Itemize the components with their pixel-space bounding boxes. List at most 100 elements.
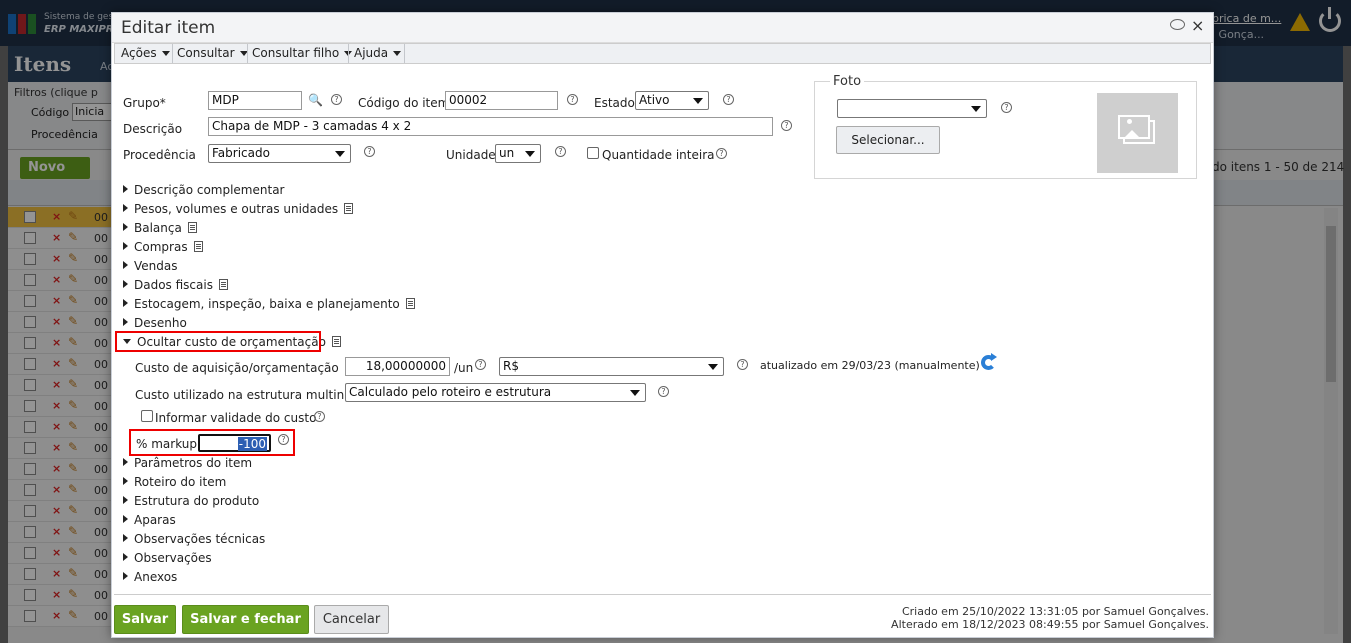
- section-label: Vendas: [134, 259, 178, 273]
- grupo-input[interactable]: MDP: [208, 91, 302, 110]
- selecionar-foto-button[interactable]: Selecionar...: [836, 126, 940, 154]
- note-icon: [344, 203, 354, 214]
- help-icon[interactable]: [658, 386, 669, 397]
- note-icon: [187, 222, 197, 233]
- updated-info: atualizado em 29/03/23 (manualmente): [760, 359, 980, 372]
- codigo-input[interactable]: 00002: [445, 91, 558, 110]
- expand-icon: [123, 299, 128, 307]
- section-label: Observações técnicas: [134, 532, 266, 546]
- section-compras[interactable]: Compras: [123, 240, 203, 254]
- search-icon[interactable]: 🔍: [308, 93, 323, 107]
- section-vendas[interactable]: Vendas: [123, 259, 178, 273]
- section-label: Balança: [134, 221, 182, 235]
- unidade-label: Unidade: [446, 148, 496, 162]
- custo-unit: /un: [454, 361, 474, 375]
- note-icon: [405, 298, 415, 309]
- section-label: Dados fiscais: [134, 278, 213, 292]
- menu-consultar[interactable]: Consultar: [177, 46, 254, 60]
- note-icon: [218, 279, 228, 290]
- highlight-box: [129, 429, 295, 456]
- expand-icon: [123, 496, 128, 504]
- section-obs-tecnicas[interactable]: Observações técnicas: [123, 532, 265, 546]
- section-label: Aparas: [134, 513, 176, 527]
- photo-placeholder: [1097, 93, 1178, 173]
- expand-icon: [123, 223, 128, 231]
- custo-label: Custo de aquisição/orçamentação: [135, 361, 339, 375]
- save-close-button[interactable]: Salvar e fechar: [182, 605, 309, 634]
- help-icon[interactable]: [781, 120, 792, 131]
- help-icon[interactable]: [737, 359, 748, 370]
- section-label: Anexos: [134, 570, 178, 584]
- help-icon[interactable]: [555, 146, 566, 157]
- menu-consultar-filho[interactable]: Consultar filho: [252, 46, 358, 60]
- help-icon[interactable]: [475, 359, 486, 370]
- section-anexos[interactable]: Anexos: [123, 570, 177, 584]
- refresh-icon[interactable]: [981, 353, 997, 370]
- help-icon[interactable]: [314, 411, 325, 422]
- custo-input[interactable]: 18,00000000: [345, 357, 450, 376]
- section-parametros[interactable]: Parâmetros do item: [123, 456, 252, 470]
- estado-label: Estado: [594, 96, 635, 110]
- footer-divider: [114, 594, 1211, 595]
- section-desenho[interactable]: Desenho: [123, 316, 187, 330]
- section-dados-fiscais[interactable]: Dados fiscais: [123, 278, 228, 292]
- section-descricao-complementar[interactable]: Descrição complementar: [123, 183, 284, 197]
- codigo-label: Código do item: [358, 96, 450, 110]
- changed-info: Alterado em 18/12/2023 08:49:55 por Samu…: [891, 618, 1209, 631]
- save-button[interactable]: Salvar: [114, 605, 176, 634]
- expand-icon: [123, 261, 128, 269]
- expand-icon: [123, 185, 128, 193]
- menu-ajuda[interactable]: Ajuda: [354, 46, 407, 60]
- expand-icon: [123, 515, 128, 523]
- foto-select[interactable]: [837, 99, 987, 118]
- expand-icon: [123, 572, 128, 580]
- quantidade-inteira-label: Quantidade inteira: [602, 148, 715, 162]
- section-observacoes[interactable]: Observações: [123, 551, 212, 565]
- section-estocagem[interactable]: Estocagem, inspeção, baixa e planejament…: [123, 297, 415, 311]
- highlight-box: [115, 331, 321, 352]
- section-label: Estrutura do produto: [134, 494, 260, 508]
- menu-acoes[interactable]: Ações: [121, 46, 176, 60]
- descricao-label: Descrição: [123, 122, 183, 136]
- expand-icon: [123, 534, 128, 542]
- note-icon: [331, 336, 341, 347]
- estado-select[interactable]: Ativo: [635, 91, 709, 110]
- unidade-select[interactable]: un: [495, 144, 541, 163]
- dialog-menubar: Ações Consultar Consultar filho Ajuda: [114, 43, 1211, 64]
- expand-icon: [123, 553, 128, 561]
- cancel-button[interactable]: Cancelar: [314, 605, 389, 634]
- section-label: Descrição complementar: [134, 183, 285, 197]
- expand-icon: [123, 318, 128, 326]
- section-aparas[interactable]: Aparas: [123, 513, 176, 527]
- validade-checkbox[interactable]: [141, 410, 153, 422]
- procedencia-label: Procedência: [123, 148, 196, 162]
- help-icon[interactable]: [723, 94, 734, 105]
- section-label: Estocagem, inspeção, baixa e planejament…: [134, 297, 400, 311]
- dialog-titlebar: Editar item ×: [112, 13, 1213, 43]
- section-estrutura[interactable]: Estrutura do produto: [123, 494, 259, 508]
- validade-label: Informar validade do custo: [155, 411, 317, 425]
- expand-icon: [123, 280, 128, 288]
- section-label: Roteiro do item: [134, 475, 227, 489]
- grupo-label: Grupo*: [123, 96, 166, 110]
- quantidade-inteira-checkbox[interactable]: [587, 147, 599, 159]
- help-icon[interactable]: [716, 148, 727, 159]
- procedencia-select[interactable]: Fabricado: [208, 144, 351, 163]
- section-balanca[interactable]: Balança: [123, 221, 197, 235]
- foto-label: Foto: [830, 74, 865, 89]
- section-label: Parâmetros do item: [134, 456, 253, 470]
- help-icon[interactable]: [567, 94, 578, 105]
- currency-select[interactable]: R$: [499, 357, 724, 376]
- close-icon[interactable]: ×: [1191, 16, 1204, 35]
- section-roteiro[interactable]: Roteiro do item: [123, 475, 226, 489]
- section-label: Observações: [134, 551, 212, 565]
- section-label: Desenho: [134, 316, 187, 330]
- help-icon[interactable]: [331, 94, 342, 105]
- help-icon[interactable]: [364, 146, 375, 157]
- descricao-input[interactable]: Chapa de MDP - 3 camadas 4 x 2: [208, 117, 773, 136]
- section-pesos[interactable]: Pesos, volumes e outras unidades: [123, 202, 354, 216]
- chat-icon[interactable]: [1170, 19, 1185, 30]
- help-icon[interactable]: [1001, 102, 1012, 113]
- expand-icon: [123, 204, 128, 212]
- estrutura-select[interactable]: Calculado pelo roteiro e estrutura: [345, 383, 646, 402]
